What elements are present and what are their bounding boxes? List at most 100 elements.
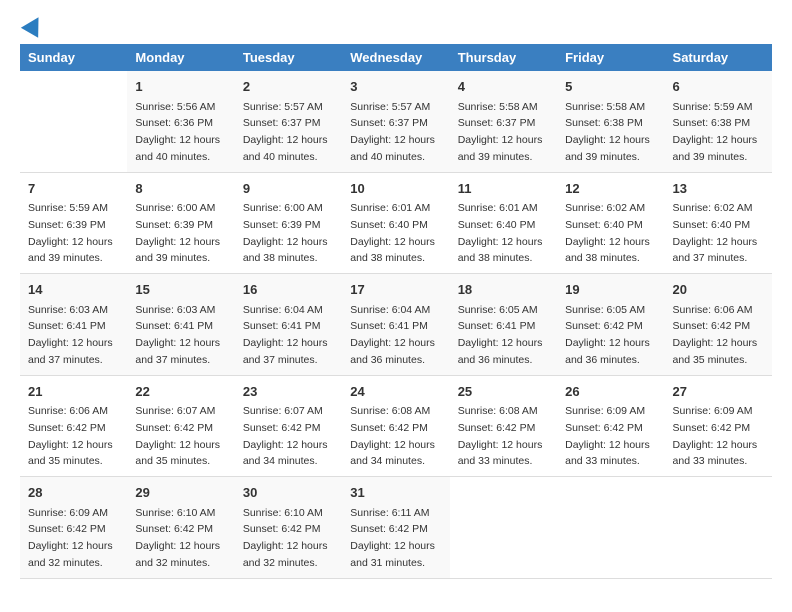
day-number: 11 — [458, 179, 549, 199]
day-number: 17 — [350, 280, 441, 300]
day-daylight: Daylight: 12 hours and 37 minutes. — [673, 236, 758, 265]
calendar-cell: 1Sunrise: 5:56 AMSunset: 6:36 PMDaylight… — [127, 71, 234, 172]
day-sunrise: Sunrise: 6:10 AM — [243, 507, 323, 519]
day-sunrise: Sunrise: 6:02 AM — [565, 202, 645, 214]
day-sunrise: Sunrise: 6:05 AM — [458, 304, 538, 316]
day-number: 29 — [135, 483, 226, 503]
calendar-cell: 7 Sunrise: 5:59 AM Sunset: 6:39 PM Daylight… — [20, 172, 127, 274]
day-number: 16 — [243, 280, 334, 300]
day-sunrise: Sunrise: 6:08 AM — [458, 405, 538, 417]
day-daylight: Daylight: 12 hours and 35 minutes. — [28, 439, 113, 468]
day-sunrise: Sunrise: 6:01 AM — [350, 202, 430, 214]
day-daylight: Daylight: 12 hours and 40 minutes. — [135, 134, 220, 163]
calendar-cell: 13Sunrise: 6:02 AMSunset: 6:40 PMDayligh… — [665, 172, 772, 274]
day-sunrise: Sunrise: 6:04 AM — [350, 304, 430, 316]
calendar-cell: 31Sunrise: 6:11 AMSunset: 6:42 PMDayligh… — [342, 477, 449, 579]
day-daylight: Daylight: 12 hours and 39 minutes. — [135, 236, 220, 265]
day-number: 6 — [673, 77, 764, 97]
calendar-cell: 28Sunrise: 6:09 AMSunset: 6:42 PMDayligh… — [20, 477, 127, 579]
day-sunrise: Sunrise: 6:09 AM — [565, 405, 645, 417]
day-daylight: Daylight: 12 hours and 37 minutes. — [135, 337, 220, 366]
calendar-cell: 5Sunrise: 5:58 AMSunset: 6:38 PMDaylight… — [557, 71, 664, 172]
day-sunset: Sunset: 6:42 PM — [135, 422, 213, 434]
day-sunset: Sunset: 6:36 PM — [135, 117, 213, 129]
day-daylight: Daylight: 12 hours and 34 minutes. — [243, 439, 328, 468]
day-daylight: Daylight: 12 hours and 37 minutes. — [243, 337, 328, 366]
calendar-cell: 26 Sunrise: 6:09 AM Sunset: 6:42 PM Dayligh… — [557, 375, 664, 477]
day-number: 24 — [350, 382, 441, 402]
day-sunset: Sunset: 6:42 PM — [673, 320, 751, 332]
day-daylight: Daylight: 12 hours and 39 minutes. — [28, 236, 113, 265]
day-sunrise: Sunrise: 6:00 AM — [243, 202, 323, 214]
day-sunrise: Sunrise: 6:02 AM — [673, 202, 753, 214]
day-sunrise: Sunrise: 6:01 AM — [458, 202, 538, 214]
day-sunrise: Sunrise: 5:57 AM — [243, 101, 323, 113]
calendar-cell: 29Sunrise: 6:10 AMSunset: 6:42 PMDayligh… — [127, 477, 234, 579]
day-sunrise: Sunrise: 6:09 AM — [673, 405, 753, 417]
calendar-cell: 6Sunrise: 5:59 AMSunset: 6:38 PMDaylight… — [665, 71, 772, 172]
day-daylight: Daylight: 12 hours and 36 minutes. — [565, 337, 650, 366]
day-number: 26 — [565, 382, 656, 402]
day-number: 10 — [350, 179, 441, 199]
day-daylight: Daylight: 12 hours and 36 minutes. — [350, 337, 435, 366]
day-daylight: Daylight: 12 hours and 38 minutes. — [243, 236, 328, 265]
day-daylight: Daylight: 12 hours and 33 minutes. — [565, 439, 650, 468]
calendar-cell — [20, 71, 127, 172]
day-sunrise: Sunrise: 5:59 AM — [28, 202, 108, 214]
logo-triangle-icon — [21, 12, 47, 38]
day-daylight: Daylight: 12 hours and 33 minutes. — [458, 439, 543, 468]
day-sunrise: Sunrise: 6:09 AM — [28, 507, 108, 519]
calendar-cell — [450, 477, 557, 579]
calendar-cell — [557, 477, 664, 579]
calendar-cell: 10Sunrise: 6:01 AMSunset: 6:40 PMDayligh… — [342, 172, 449, 274]
day-sunset: Sunset: 6:41 PM — [28, 320, 106, 332]
calendar-cell: 4Sunrise: 5:58 AMSunset: 6:37 PMDaylight… — [450, 71, 557, 172]
day-sunset: Sunset: 6:39 PM — [28, 219, 106, 231]
day-sunset: Sunset: 6:42 PM — [458, 422, 536, 434]
day-sunset: Sunset: 6:37 PM — [458, 117, 536, 129]
day-sunset: Sunset: 6:37 PM — [350, 117, 428, 129]
day-number: 5 — [565, 77, 656, 97]
day-number: 27 — [673, 382, 764, 402]
day-sunset: Sunset: 6:42 PM — [135, 523, 213, 535]
day-sunset: Sunset: 6:42 PM — [28, 523, 106, 535]
day-sunrise: Sunrise: 5:56 AM — [135, 101, 215, 113]
day-sunset: Sunset: 6:40 PM — [673, 219, 751, 231]
day-sunset: Sunset: 6:42 PM — [565, 422, 643, 434]
day-daylight: Daylight: 12 hours and 38 minutes. — [458, 236, 543, 265]
day-daylight: Daylight: 12 hours and 39 minutes. — [565, 134, 650, 163]
day-daylight: Daylight: 12 hours and 32 minutes. — [243, 540, 328, 569]
day-daylight: Daylight: 12 hours and 40 minutes. — [350, 134, 435, 163]
day-number: 7 — [28, 179, 119, 199]
day-number: 22 — [135, 382, 226, 402]
day-number: 31 — [350, 483, 441, 503]
day-sunrise: Sunrise: 6:03 AM — [28, 304, 108, 316]
calendar-cell: 16Sunrise: 6:04 AMSunset: 6:41 PMDayligh… — [235, 274, 342, 376]
day-daylight: Daylight: 12 hours and 35 minutes. — [135, 439, 220, 468]
day-number: 23 — [243, 382, 334, 402]
calendar-table: SundayMondayTuesdayWednesdayThursdayFrid… — [20, 44, 772, 579]
day-number: 30 — [243, 483, 334, 503]
day-daylight: Daylight: 12 hours and 33 minutes. — [673, 439, 758, 468]
day-number: 3 — [350, 77, 441, 97]
day-daylight: Daylight: 12 hours and 35 minutes. — [673, 337, 758, 366]
calendar-cell — [665, 477, 772, 579]
calendar-cell: 25Sunrise: 6:08 AMSunset: 6:42 PMDayligh… — [450, 375, 557, 477]
calendar-cell: 9Sunrise: 6:00 AMSunset: 6:39 PMDaylight… — [235, 172, 342, 274]
day-sunrise: Sunrise: 6:07 AM — [243, 405, 323, 417]
day-sunset: Sunset: 6:42 PM — [565, 320, 643, 332]
day-daylight: Daylight: 12 hours and 38 minutes. — [565, 236, 650, 265]
day-sunset: Sunset: 6:42 PM — [350, 422, 428, 434]
header-friday: Friday — [557, 44, 664, 71]
day-sunset: Sunset: 6:41 PM — [243, 320, 321, 332]
day-sunset: Sunset: 6:38 PM — [565, 117, 643, 129]
day-daylight: Daylight: 12 hours and 31 minutes. — [350, 540, 435, 569]
day-sunset: Sunset: 6:40 PM — [458, 219, 536, 231]
calendar-cell: 11 Sunrise: 6:01 AM Sunset: 6:40 PM Dayligh… — [450, 172, 557, 274]
header-saturday: Saturday — [665, 44, 772, 71]
calendar-cell: 27Sunrise: 6:09 AMSunset: 6:42 PMDayligh… — [665, 375, 772, 477]
day-number: 2 — [243, 77, 334, 97]
day-sunset: Sunset: 6:39 PM — [243, 219, 321, 231]
day-sunset: Sunset: 6:38 PM — [673, 117, 751, 129]
day-number: 20 — [673, 280, 764, 300]
